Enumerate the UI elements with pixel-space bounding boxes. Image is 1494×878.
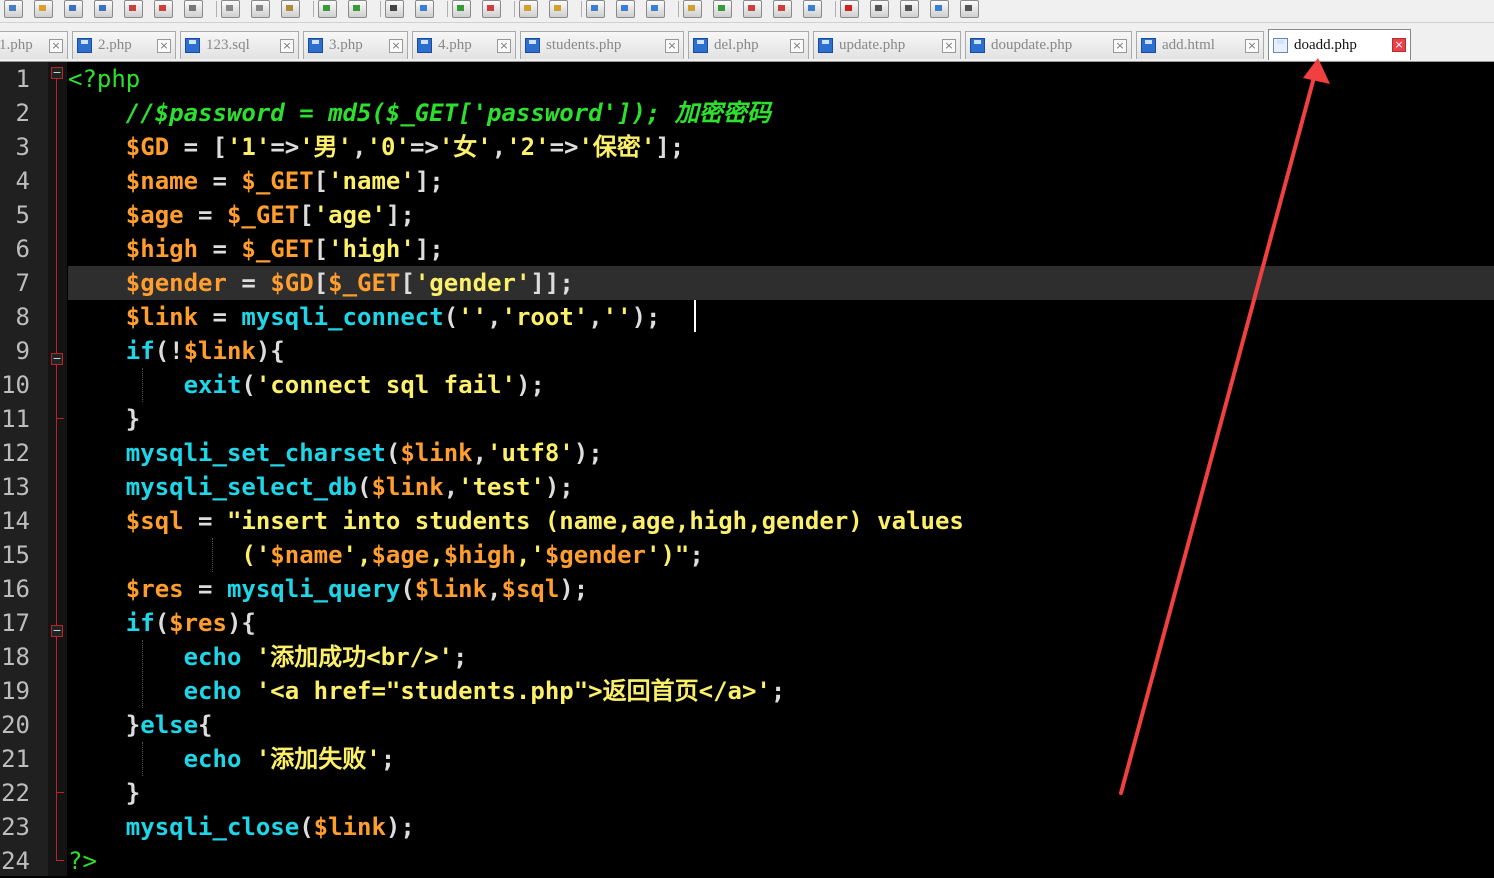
annotation-arrow-head <box>1303 58 1330 84</box>
annotation-arrow <box>1119 58 1330 795</box>
annotation-arrow-shaft <box>1119 68 1318 795</box>
